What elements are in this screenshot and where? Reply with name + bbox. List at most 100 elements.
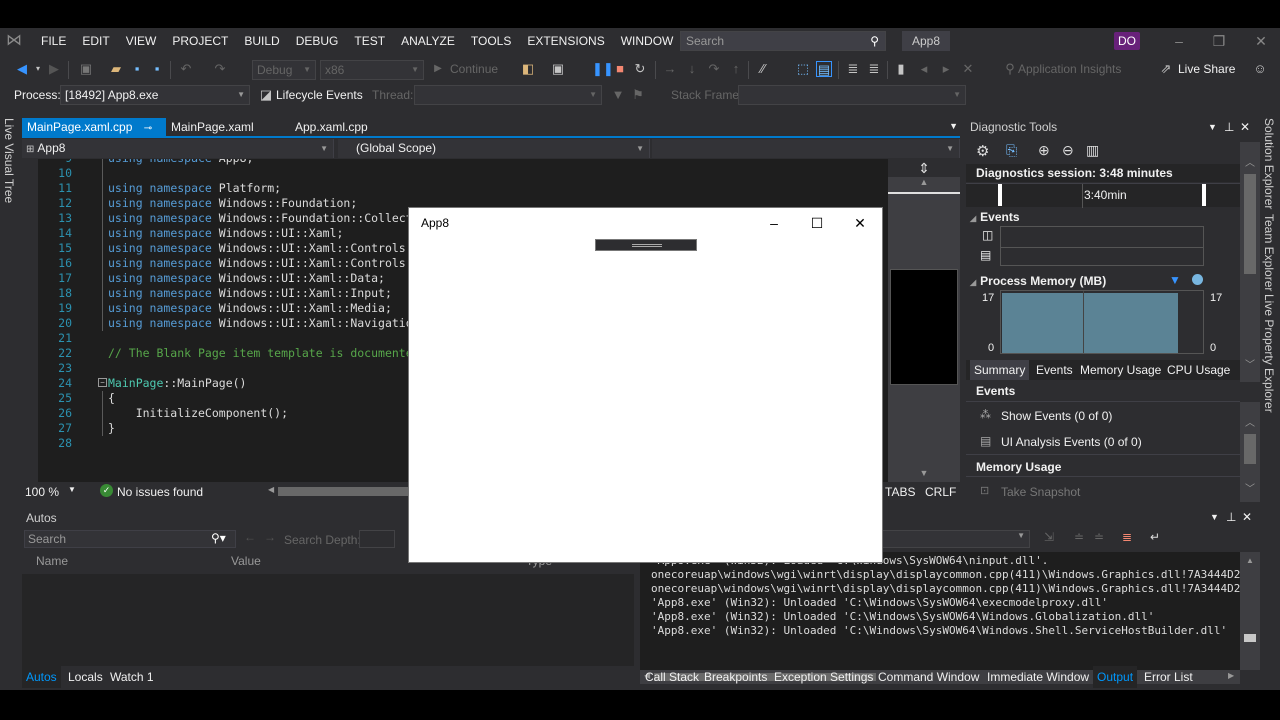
scope-select[interactable]: (Global Scope) ▼ (338, 139, 650, 158)
tab-summary[interactable]: Summary (970, 360, 1030, 380)
tab-command-window[interactable]: Command Window (874, 666, 983, 688)
settings-gear-icon[interactable]: ⚙ (976, 142, 989, 160)
minimize-icon[interactable]: – (1166, 31, 1192, 51)
step-out-icon[interactable]: ↑ (728, 61, 744, 77)
user-avatar[interactable]: DO (1114, 32, 1140, 50)
close-panel-icon[interactable]: ✕ (1242, 510, 1252, 524)
go-to-next-message-icon[interactable]: ≐ (1094, 530, 1104, 544)
tab-overflow-icon[interactable]: ▼ (949, 121, 958, 131)
tab-mainpage-xaml[interactable]: MainPage.xaml (166, 118, 259, 137)
tab-cpu-usage[interactable]: CPU Usage (1167, 360, 1230, 380)
redo-icon[interactable]: ↷ (212, 61, 228, 77)
next-bookmark-icon[interactable]: ▸ (938, 61, 954, 77)
tab-memory-usage[interactable]: Memory Usage (1080, 360, 1161, 380)
scroll-up-icon[interactable]: ︿ (1245, 154, 1255, 169)
scrollbar-thumb[interactable] (1244, 634, 1256, 642)
navigate-forward-icon[interactable]: ▶ (46, 61, 62, 77)
in-app-debug-toolbar[interactable] (595, 239, 697, 251)
menu-window[interactable]: WINDOW (613, 28, 682, 54)
autos-search-input[interactable]: Search ⚲▾ (24, 530, 236, 548)
search-input[interactable]: Search ⚲ (680, 31, 886, 51)
navigate-back-icon[interactable]: ◀ (14, 61, 30, 77)
diag-top-scrollbar[interactable]: ︿ ﹀ (1240, 142, 1260, 382)
configuration-select[interactable]: Debug ▼ (252, 60, 316, 80)
scroll-down-icon[interactable]: ▼ (888, 468, 960, 480)
undo-icon[interactable]: ↶ (178, 61, 194, 77)
menu-analyze[interactable]: ANALYZE (393, 28, 463, 54)
continue-button[interactable]: Continue (450, 61, 498, 77)
live-property-explorer-tab[interactable]: Live Property Explorer (1262, 294, 1276, 413)
continue-icon[interactable]: ▶ (430, 61, 446, 77)
clear-bookmarks-icon[interactable]: ✕ (960, 61, 976, 77)
feedback-icon[interactable]: ☺ (1252, 61, 1268, 77)
select-tools-icon[interactable]: ▥ (1086, 142, 1099, 159)
zoom-dropdown-icon[interactable]: ▼ (68, 485, 76, 494)
code-line[interactable]: 9 using namespace App8; (38, 159, 888, 166)
column-name[interactable]: Name (36, 554, 68, 568)
issues-status[interactable]: No issues found (117, 485, 203, 499)
go-to-previous-message-icon[interactable]: ≐ (1074, 530, 1084, 544)
back-dropdown-icon[interactable]: ▾ (30, 61, 46, 77)
collapse-toggle-icon[interactable]: − (98, 378, 107, 387)
scrollbar-thumb[interactable] (1244, 434, 1256, 464)
application-insights-button[interactable]: Application Insights (1018, 61, 1121, 77)
scroll-up-icon[interactable]: ▲ (1246, 556, 1254, 565)
toolbar-grip-icon[interactable] (632, 244, 662, 247)
scroll-down-icon[interactable]: ﹀ (1245, 480, 1255, 495)
new-project-icon[interactable]: ▣ (78, 61, 94, 77)
comment-lines-icon[interactable]: ≣ (845, 61, 861, 77)
search-next-icon[interactable]: → (264, 530, 276, 544)
filter-threads-icon[interactable]: ▼ (610, 87, 626, 103)
save-icon[interactable]: ▪ (129, 61, 145, 77)
zoom-out-icon[interactable]: ⊖ (1062, 142, 1074, 159)
diag-bottom-scrollbar[interactable]: ︿ ﹀ (1240, 402, 1260, 502)
lifecycle-events-button[interactable]: Lifecycle Events (276, 87, 363, 103)
previous-bookmark-icon[interactable]: ◂ (916, 61, 932, 77)
tab-call-stack[interactable]: Call Stack (641, 666, 703, 688)
pin-panel-icon[interactable]: ⊥ (1226, 510, 1236, 524)
menu-project[interactable]: PROJECT (164, 28, 236, 54)
step-over-icon[interactable]: ↷ (706, 61, 722, 77)
minimap-scrollbar[interactable]: ⇕ ▲ ▼ (888, 159, 960, 482)
tab-locals[interactable]: Locals (64, 666, 107, 688)
scroll-up-icon[interactable]: ︿ (1245, 414, 1255, 429)
menu-debug[interactable]: DEBUG (288, 28, 347, 54)
zoom-in-icon[interactable]: ⊕ (1038, 142, 1050, 159)
export-icon[interactable]: ⎘ (1006, 142, 1017, 159)
menu-test[interactable]: TEST (346, 28, 393, 54)
search-previous-icon[interactable]: ← (244, 530, 256, 544)
code-line[interactable]: 10 (38, 166, 888, 181)
line-ending[interactable]: CRLF (925, 485, 956, 499)
tab-events[interactable]: Events (1036, 360, 1073, 380)
select-element-icon[interactable]: ⬚ (795, 61, 811, 77)
timeline-end-handle[interactable] (1202, 184, 1206, 206)
tab-error-list[interactable]: Error List (1140, 666, 1197, 688)
indentation-mode[interactable]: TABS (885, 485, 915, 499)
ui-analysis-events-link[interactable]: UI Analysis Events (0 of 0) (1001, 435, 1142, 449)
split-editor-icon[interactable]: ⇕ (888, 159, 960, 177)
output-vertical-scrollbar[interactable]: ▲ (1240, 552, 1260, 670)
process-memory-header[interactable]: ◢ Process Memory (MB) (970, 274, 1106, 288)
break-all-icon[interactable]: ❚❚ (592, 61, 614, 77)
bookmark-icon[interactable]: ▮ (893, 61, 909, 77)
solution-explorer-tab[interactable]: Solution Explorer (1262, 118, 1276, 209)
restart-icon[interactable]: ↻ (632, 61, 648, 77)
pin-tab-icon[interactable]: ⊸ (144, 123, 152, 134)
close-panel-icon[interactable]: ✕ (1240, 120, 1250, 134)
thread-select[interactable]: ▼ (414, 85, 602, 105)
step-into-icon[interactable]: ↓ (684, 61, 700, 77)
scroll-left-icon[interactable]: ◀ (268, 485, 274, 494)
tab-immediate-window[interactable]: Immediate Window (983, 666, 1093, 688)
tab-output[interactable]: Output (1093, 666, 1138, 688)
app-maximize-icon[interactable]: ☐ (802, 212, 832, 234)
search-depth-select[interactable] (359, 530, 395, 548)
code-line[interactable]: 11 using namespace Platform; (38, 181, 888, 196)
hex-display-icon[interactable]: ⁄⁄ (755, 61, 771, 77)
stack-frame-select[interactable]: ▼ (738, 85, 966, 105)
column-value[interactable]: Value (231, 554, 261, 568)
process-icon[interactable]: ◧ (520, 61, 536, 77)
tab-autos[interactable]: Autos (22, 666, 61, 688)
display-layout-adorners-icon[interactable]: ▤ (816, 61, 832, 77)
menu-edit[interactable]: EDIT (74, 28, 117, 54)
tab-app-xaml-cpp[interactable]: App.xaml.cpp (290, 118, 373, 137)
